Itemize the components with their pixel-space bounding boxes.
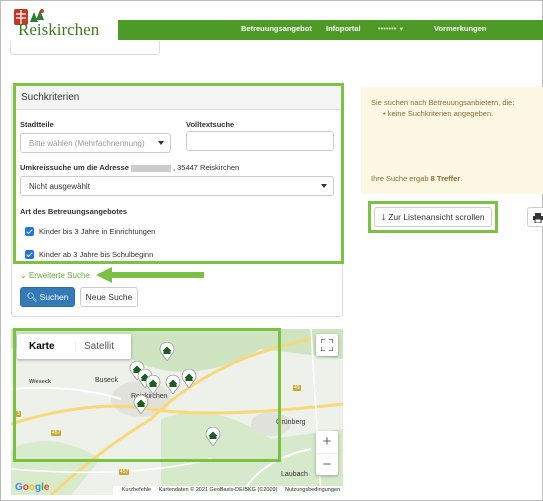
- advanced-search-label: Erweiterte Suche: [28, 271, 90, 280]
- map-pin-icon[interactable]: [181, 368, 197, 389]
- road-label: 3: [16, 411, 21, 417]
- chevron-down-icon: [321, 184, 327, 188]
- map-attribution: Kurzbefehle Kartendaten © 2021 GeoBasis-…: [112, 486, 343, 495]
- top-input-fragment: [10, 41, 160, 55]
- nav-betreuungsangebot[interactable]: Betreuungsangebot: [241, 24, 312, 33]
- map-data-credit: Kartendaten © 2021 GeoBasis-DE/BKG (©200…: [158, 487, 278, 493]
- map-view[interactable]: Buseck Reiskirchen Grünberg Laubach Wies…: [11, 329, 343, 495]
- checkbox-unter-3-label: Kinder bis 3 Jahre in Einrichtungen: [39, 227, 156, 236]
- search-button-label: Suchen: [39, 292, 69, 302]
- map-type-tabs: Karte Satellit: [17, 334, 131, 359]
- place-buseck: Buseck: [95, 377, 118, 384]
- checkbox-unter-3[interactable]: [25, 227, 34, 236]
- result-prefix: Ihre Suche ergab: [371, 174, 429, 183]
- tab-satellite[interactable]: Satellit: [75, 341, 114, 352]
- umkreis-label-prefix: Umkreissuche um die Adresse: [20, 163, 129, 172]
- summary-bullet-text: keine Suchkriterien angegeben.: [387, 109, 494, 118]
- zoom-controls: + −: [316, 431, 338, 475]
- nav-dropdown-label: •••••••: [378, 24, 397, 33]
- map-pin-icon[interactable]: [133, 394, 149, 415]
- highlight-arrow-icon: [96, 267, 204, 283]
- result-suffix: .: [460, 174, 463, 183]
- reiskirchen-logo[interactable]: Reiskirchen: [12, 6, 112, 42]
- map-pin-icon[interactable]: [205, 426, 221, 447]
- search-icon: 🔍︎: [26, 292, 38, 302]
- road-label: 49: [293, 385, 301, 391]
- summary-bullet: • keine Suchkriterien angegeben.: [383, 109, 494, 118]
- volltext-input[interactable]: [186, 131, 334, 151]
- search-button[interactable]: 🔍︎ Suchen: [20, 287, 75, 307]
- fullscreen-button[interactable]: [316, 334, 338, 356]
- umkreis-label-suffix: , 35447 Reiskirchen: [172, 163, 240, 172]
- print-button[interactable]: [527, 207, 543, 227]
- result-count: 8 Treffer: [430, 174, 461, 183]
- umkreis-label: Umkreissuche um die Adresse , 35447 Reisk…: [20, 163, 239, 172]
- checkbox-ab-3[interactable]: [25, 250, 34, 259]
- umkreis-select[interactable]: Nicht ausgewählt: [20, 176, 334, 196]
- print-icon: [533, 213, 543, 223]
- chevron-down-icon: ▼: [398, 27, 405, 33]
- road-label: 457: [119, 469, 130, 475]
- keyboard-shortcuts-link[interactable]: Kurzbefehle: [122, 487, 151, 493]
- terms-link[interactable]: Nutzungsbedingungen: [285, 487, 340, 493]
- google-logo: Google: [15, 482, 50, 493]
- scroll-to-list-button[interactable]: 🡓 Zur Listenansicht scrollen: [374, 207, 492, 227]
- logo-text: Reiskirchen: [18, 20, 100, 39]
- place-gruenberg: Grünberg: [276, 419, 306, 426]
- arrow-down-icon: 🡓: [381, 212, 386, 222]
- search-summary: Sie suchen nach Betreuungsanbietern, die…: [361, 87, 543, 194]
- panel-title: Suchkriterien: [21, 92, 80, 103]
- place-wieseck: Wieseck: [29, 379, 51, 385]
- nav-infoportal[interactable]: Infoportal: [326, 24, 361, 33]
- stadtteile-select[interactable]: Bitte wählen (Mehrfachnennung): [20, 133, 171, 153]
- stadtteile-placeholder: Bitte wählen (Mehrfachnennung): [29, 139, 145, 148]
- fullscreen-icon: [321, 339, 333, 351]
- new-search-button[interactable]: Neue Suche: [80, 287, 138, 307]
- map-pin-icon[interactable]: [165, 374, 181, 395]
- result-text: Ihre Suche ergab 8 Treffer.: [371, 174, 462, 183]
- scroll-to-list-label: Zur Listenansicht scrollen: [388, 212, 485, 222]
- checkbox-ab-3-label: Kinder ab 3 Jahre bis Schulbeginn: [39, 250, 154, 259]
- umkreis-value: Nicht ausgewählt: [29, 182, 90, 191]
- road-label: 457: [51, 430, 62, 436]
- chevron-down-icon: [158, 141, 164, 145]
- art-label: Art des Betreuungsangebotes: [20, 207, 128, 216]
- redacted-address: [130, 164, 171, 172]
- zoom-out-button[interactable]: −: [316, 453, 338, 475]
- volltext-label: Volltextsuche: [186, 120, 235, 129]
- place-laubach: Laubach: [281, 471, 308, 478]
- main-navigation: Betreuungsangebot Infoportal ••••••• ▼ Vo…: [118, 20, 543, 40]
- search-panel-heading: Suchkriterien: [15, 86, 340, 110]
- stadtteile-label: Stadtteile: [20, 120, 54, 129]
- nav-vormerkungen[interactable]: Vormerkungen: [434, 24, 486, 33]
- advanced-search-toggle[interactable]: ⌄ Erweiterte Suche: [20, 271, 90, 280]
- map-pin-icon[interactable]: [145, 374, 161, 395]
- map-pin-icon[interactable]: [159, 341, 175, 362]
- tab-map[interactable]: Karte: [29, 341, 55, 352]
- chevron-down-icon: ⌄: [20, 271, 27, 280]
- nav-dropdown[interactable]: ••••••• ▼: [378, 24, 404, 33]
- zoom-in-button[interactable]: +: [316, 431, 338, 453]
- summary-intro: Sie suchen nach Betreuungsanbietern, die…: [371, 98, 515, 107]
